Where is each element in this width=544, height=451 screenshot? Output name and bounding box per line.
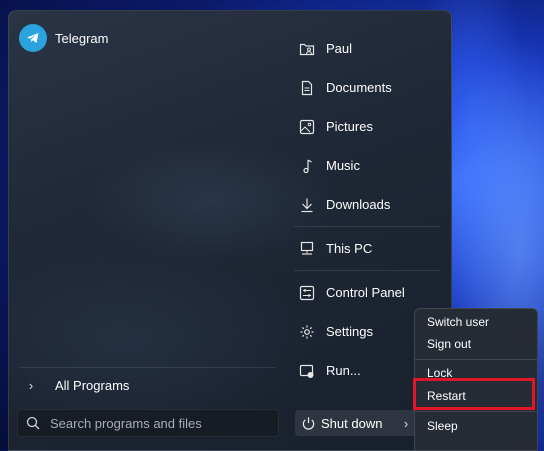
shutdown-label: Shut down xyxy=(321,415,383,431)
place-label: Downloads xyxy=(326,197,391,212)
run-icon xyxy=(298,363,316,379)
place-label: Pictures xyxy=(326,119,373,134)
menu-item-label: Switch user xyxy=(427,315,490,329)
restart-highlight-box xyxy=(413,378,535,410)
start-menu: Telegram › All Programs Paul Documents xyxy=(8,10,452,451)
place-documents[interactable]: Documents xyxy=(294,68,440,107)
place-label: Run... xyxy=(326,363,361,378)
menu-item-switch-user[interactable]: Switch user xyxy=(415,311,537,333)
music-note-icon xyxy=(298,158,316,174)
all-programs-label: All Programs xyxy=(55,377,130,393)
place-control-panel[interactable]: Control Panel xyxy=(294,273,440,312)
chevron-right-icon: › xyxy=(28,377,34,393)
power-icon xyxy=(295,416,321,431)
document-icon xyxy=(298,80,316,96)
place-label: Settings xyxy=(326,324,373,339)
menu-item-sign-out[interactable]: Sign out xyxy=(415,333,537,355)
menu-divider xyxy=(415,411,537,412)
shutdown-button[interactable]: Shut down › xyxy=(295,410,417,436)
place-music[interactable]: Music xyxy=(294,146,440,185)
place-label: This PC xyxy=(326,241,373,256)
search-input[interactable] xyxy=(48,414,272,432)
search-box[interactable] xyxy=(17,409,279,437)
user-folder-icon xyxy=(298,41,316,57)
menu-item-label: Sleep xyxy=(427,419,458,433)
search-icon xyxy=(18,416,48,430)
place-downloads[interactable]: Downloads xyxy=(294,185,440,224)
computer-icon xyxy=(298,241,316,257)
menu-divider xyxy=(415,359,537,360)
all-programs-button[interactable]: › All Programs xyxy=(19,374,275,396)
place-paul[interactable]: Paul xyxy=(294,29,440,68)
place-label: Documents xyxy=(326,80,392,95)
divider xyxy=(19,367,275,368)
place-label: Paul xyxy=(326,41,353,56)
place-this-pc[interactable]: This PC xyxy=(294,229,440,268)
place-label: Control Panel xyxy=(326,285,405,300)
gear-icon xyxy=(298,324,316,340)
places-divider xyxy=(294,270,440,271)
place-label: Music xyxy=(326,158,360,173)
download-icon xyxy=(298,197,316,213)
place-pictures[interactable]: Pictures xyxy=(294,107,440,146)
places-divider xyxy=(294,226,440,227)
control-panel-icon xyxy=(298,285,316,301)
pinned-label: Telegram xyxy=(55,30,109,46)
telegram-icon xyxy=(19,24,47,52)
pinned-telegram[interactable]: Telegram xyxy=(19,23,108,53)
menu-item-sleep[interactable]: Sleep xyxy=(415,415,537,437)
picture-icon xyxy=(298,119,316,135)
menu-item-label: Sign out xyxy=(427,337,472,351)
